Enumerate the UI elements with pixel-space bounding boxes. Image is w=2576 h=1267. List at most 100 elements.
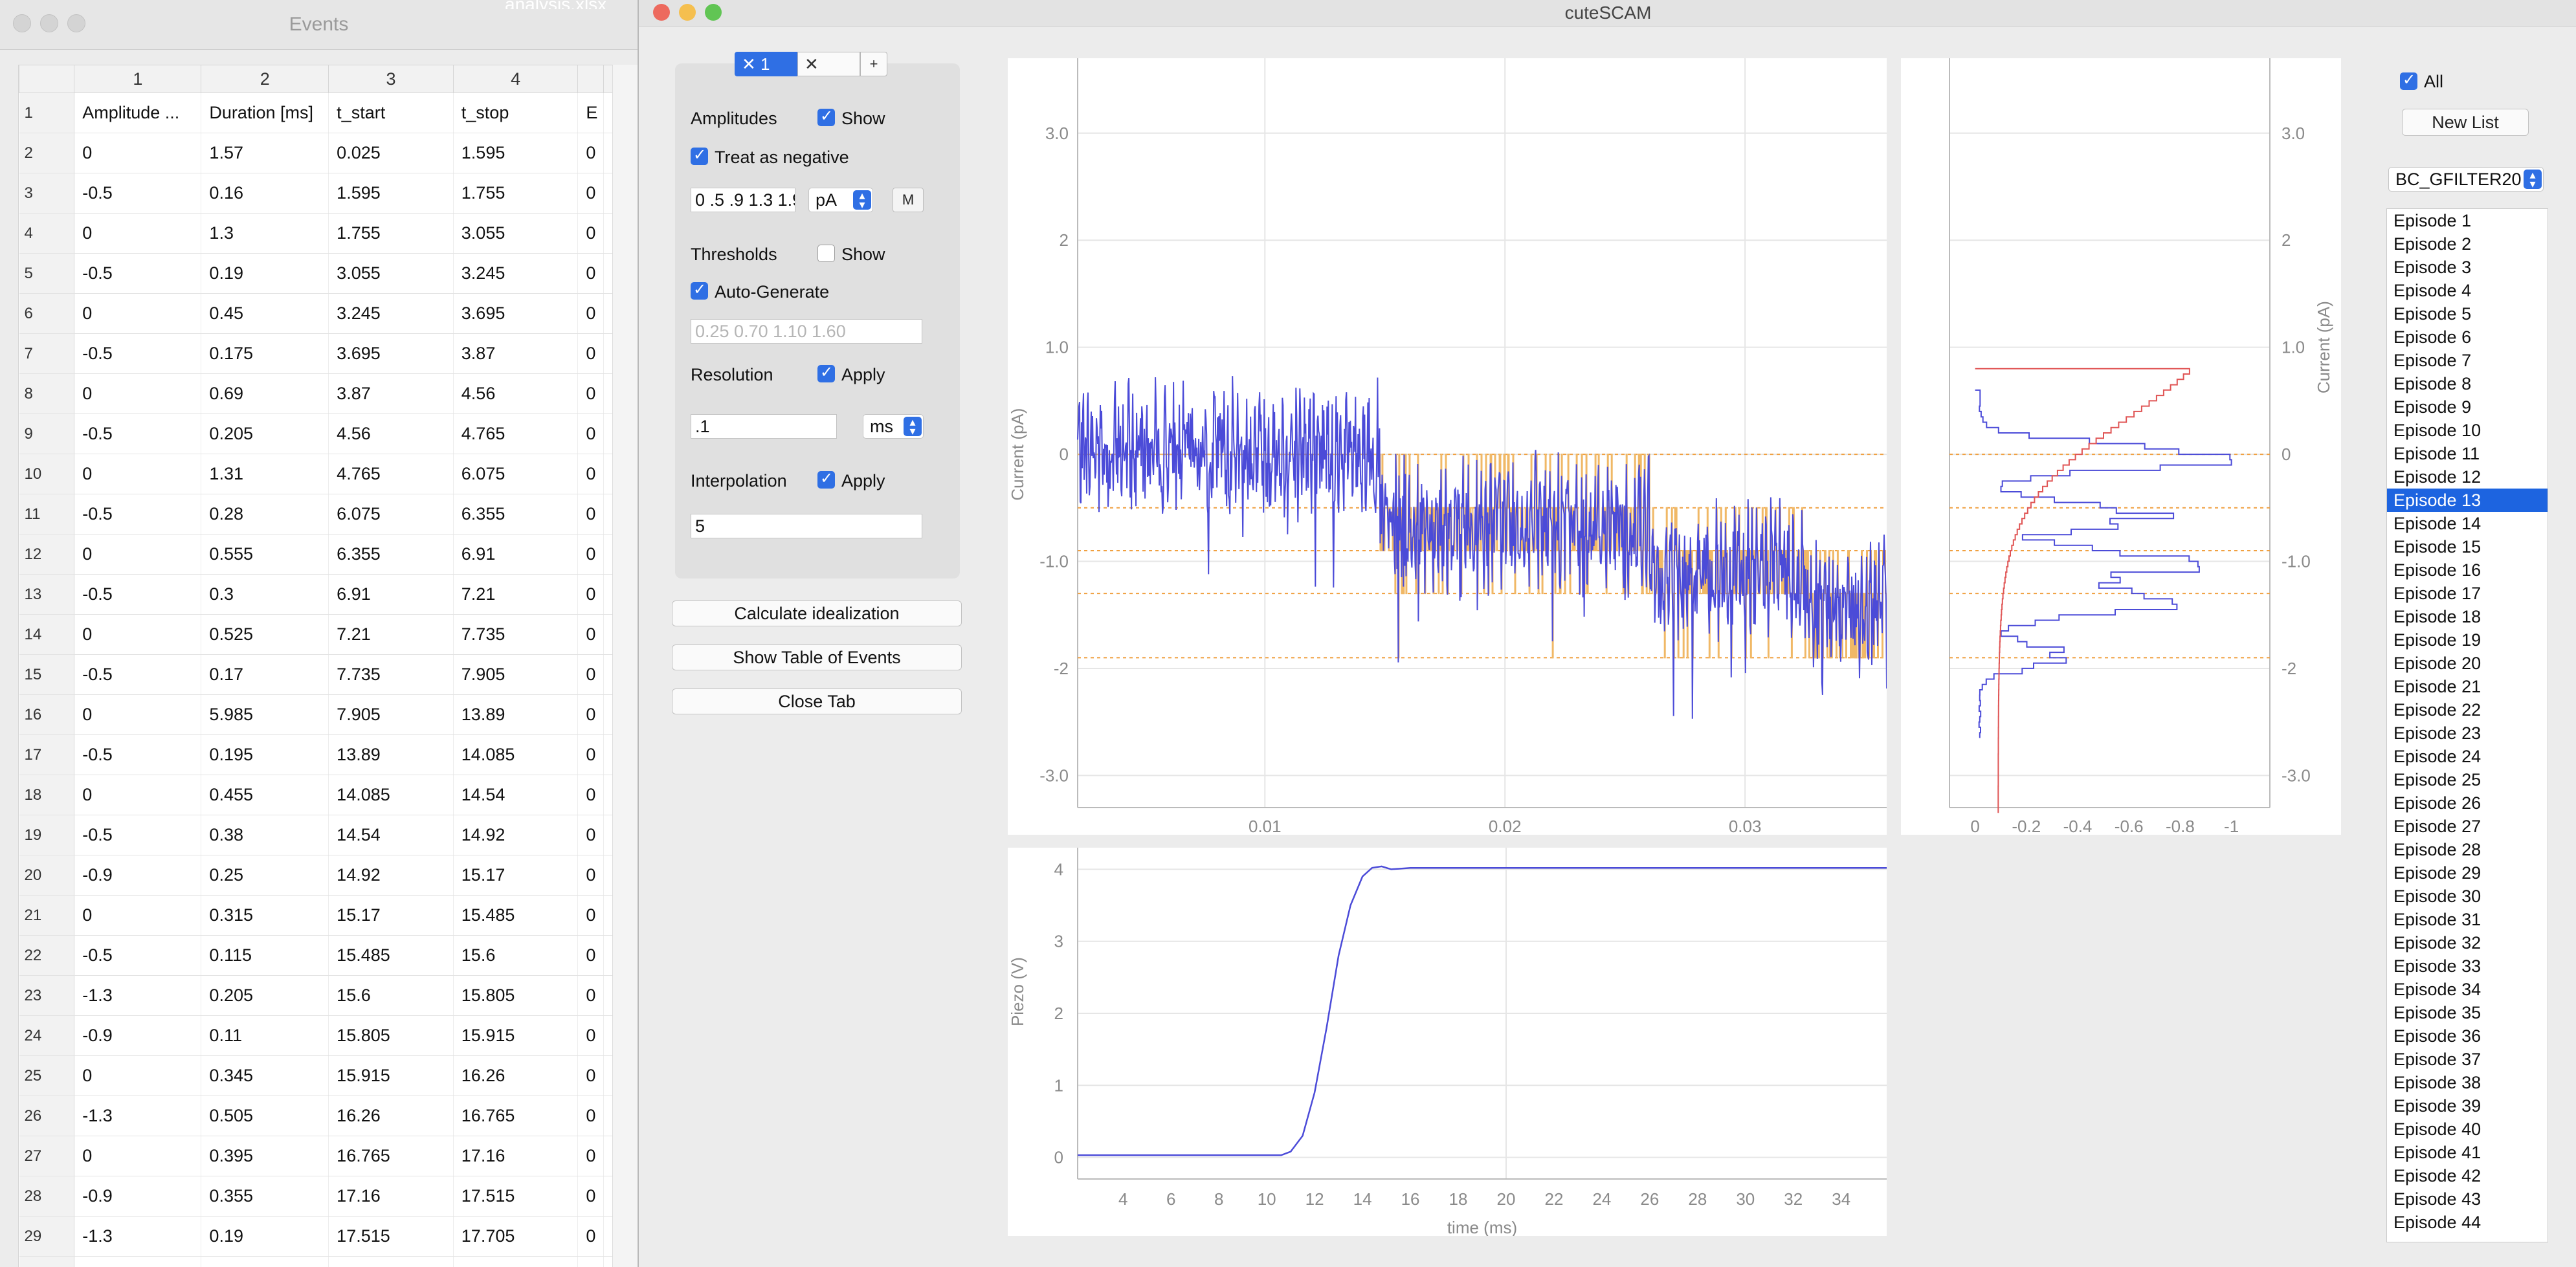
row-number[interactable]: 12 — [19, 534, 75, 575]
episode-item[interactable]: Episode 12 — [2387, 465, 2548, 489]
episode-item[interactable]: Episode 43 — [2387, 1187, 2548, 1211]
table-cell[interactable]: 0 — [74, 775, 202, 815]
row-number[interactable]: 28 — [19, 1176, 75, 1217]
tab-1[interactable]: ✕ 1 — [735, 52, 797, 76]
table-cell[interactable]: E — [577, 93, 604, 133]
table-cell[interactable] — [603, 1136, 613, 1176]
table-cell[interactable] — [603, 1096, 613, 1136]
table-cell[interactable] — [603, 935, 613, 976]
row-number[interactable]: 9 — [19, 413, 75, 454]
table-cell[interactable]: 0 — [577, 1015, 604, 1056]
table-row[interactable]: 2 0 1.57 0.025 1.595 0 — [19, 133, 613, 173]
table-cell[interactable]: 0 — [74, 1136, 202, 1176]
add-tab-button[interactable]: + — [860, 52, 887, 76]
table-cell[interactable] — [603, 1256, 613, 1267]
thresholds-input[interactable]: 0.25 0.70 1.10 1.60 — [691, 319, 922, 344]
table-row[interactable]: 23 -1.3 0.205 15.6 15.805 0 — [19, 975, 613, 1016]
table-cell[interactable]: t_start — [328, 93, 454, 133]
row-number[interactable]: 23 — [19, 975, 75, 1016]
events-table[interactable]: 1234 1 Amplitude ... Duration [ms] t_start t… — [18, 65, 613, 1267]
row-number[interactable]: 30 — [19, 1256, 75, 1267]
table-cell[interactable]: 15.6 — [453, 935, 579, 976]
table-cell[interactable]: 1.57 — [201, 133, 329, 173]
table-cell[interactable]: 0.525 — [201, 614, 329, 655]
row-number[interactable]: 18 — [19, 775, 75, 815]
table-cell[interactable]: 0.555 — [201, 534, 329, 575]
table-cell[interactable]: 13.89 — [328, 734, 454, 775]
show-table-of-events-button[interactable]: Show Table of Events — [672, 645, 962, 670]
episode-item[interactable]: Episode 28 — [2387, 838, 2548, 861]
episode-item[interactable]: Episode 16 — [2387, 558, 2548, 582]
table-cell[interactable]: Amplitude ... — [74, 93, 202, 133]
table-cell[interactable]: 14.54 — [328, 815, 454, 855]
table-cell[interactable]: 0.17 — [201, 654, 329, 695]
table-cell[interactable]: 17.705 — [453, 1216, 579, 1257]
column-header[interactable] — [577, 65, 604, 93]
row-number[interactable]: 29 — [19, 1216, 75, 1257]
table-cell[interactable]: 0 — [577, 975, 604, 1016]
table-cell[interactable]: 0 — [74, 293, 202, 334]
table-cell[interactable]: 6.355 — [453, 494, 579, 534]
table-cell[interactable]: 15.17 — [453, 855, 579, 896]
table-cell[interactable] — [603, 494, 613, 534]
table-cell[interactable]: 15.805 — [328, 1015, 454, 1056]
row-number[interactable]: 10 — [19, 454, 75, 494]
thresholds-show-checkbox[interactable] — [817, 245, 835, 262]
episode-item[interactable]: Episode 23 — [2387, 722, 2548, 745]
table-cell[interactable]: 0.38 — [201, 815, 329, 855]
table-row[interactable]: 12 0 0.555 6.355 6.91 0 — [19, 534, 613, 575]
row-number[interactable]: 22 — [19, 935, 75, 976]
episode-item[interactable]: Episode 20 — [2387, 652, 2548, 675]
amplitudes-input[interactable]: 0 .5 .9 1.3 1.9 — [691, 188, 795, 212]
episode-item[interactable]: Episode 1 — [2387, 209, 2548, 232]
row-number[interactable]: 16 — [19, 694, 75, 735]
table-cell[interactable] — [603, 293, 613, 334]
table-cell[interactable] — [603, 855, 613, 896]
episode-item[interactable]: Episode 19 — [2387, 628, 2548, 652]
table-cell[interactable]: 7.905 — [453, 654, 579, 695]
table-row[interactable]: 10 0 1.31 4.765 6.075 0 — [19, 454, 613, 494]
table-cell[interactable]: 6.91 — [453, 534, 579, 575]
column-header[interactable]: 4 — [452, 65, 579, 93]
episode-item[interactable]: Episode 15 — [2387, 535, 2548, 558]
table-cell[interactable] — [603, 574, 613, 615]
table-cell[interactable] — [603, 213, 613, 254]
table-row[interactable]: 18 0 0.455 14.085 14.54 0 — [19, 775, 613, 815]
row-number[interactable]: 26 — [19, 1096, 75, 1136]
table-cell[interactable]: 1.595 — [328, 173, 454, 214]
table-cell[interactable]: 7.21 — [328, 614, 454, 655]
episode-item[interactable]: Episode 11 — [2387, 442, 2548, 465]
table-cell[interactable]: -0.9 — [74, 1176, 202, 1217]
row-number[interactable]: 4 — [19, 213, 75, 254]
table-cell[interactable]: 15.6 — [328, 975, 454, 1016]
table-cell[interactable]: 0.69 — [201, 373, 329, 414]
table-cell[interactable] — [603, 534, 613, 575]
episode-item[interactable]: Episode 7 — [2387, 349, 2548, 372]
table-cell[interactable]: 0.11 — [201, 1015, 329, 1056]
tab-2[interactable]: ✕ — [797, 52, 860, 76]
table-cell[interactable]: -0.5 — [74, 1256, 202, 1267]
episode-item[interactable]: Episode 8 — [2387, 372, 2548, 395]
table-cell[interactable]: 1.755 — [453, 173, 579, 214]
table-cell[interactable] — [603, 654, 613, 695]
table-cell[interactable]: 0.455 — [201, 775, 329, 815]
table-cell[interactable]: 0 — [577, 373, 604, 414]
table-row[interactable]: 16 0 5.985 7.905 13.89 0 — [19, 694, 613, 735]
table-row[interactable]: 6 0 0.45 3.245 3.695 0 — [19, 293, 613, 334]
table-cell[interactable]: 16.765 — [453, 1096, 579, 1136]
table-cell[interactable]: -1.3 — [74, 1096, 202, 1136]
table-cell[interactable]: 4.56 — [328, 413, 454, 454]
row-number[interactable]: 17 — [19, 734, 75, 775]
table-row[interactable]: 21 0 0.315 15.17 15.485 0 — [19, 895, 613, 936]
table-cell[interactable]: 3.055 — [328, 253, 454, 294]
table-cell[interactable]: 0.19 — [201, 1216, 329, 1257]
interpolation-apply-checkbox[interactable] — [817, 469, 835, 489]
table-cell[interactable]: 17.705 — [328, 1256, 454, 1267]
row-number[interactable]: 2 — [19, 133, 75, 173]
table-cell[interactable]: 0 — [577, 253, 604, 294]
table-cell[interactable] — [603, 253, 613, 294]
table-cell[interactable]: t_stop — [453, 93, 579, 133]
table-cell[interactable]: 0 — [74, 534, 202, 575]
table-cell[interactable]: 0 — [577, 1136, 604, 1176]
table-row[interactable]: 9 -0.5 0.205 4.56 4.765 0 — [19, 413, 613, 454]
